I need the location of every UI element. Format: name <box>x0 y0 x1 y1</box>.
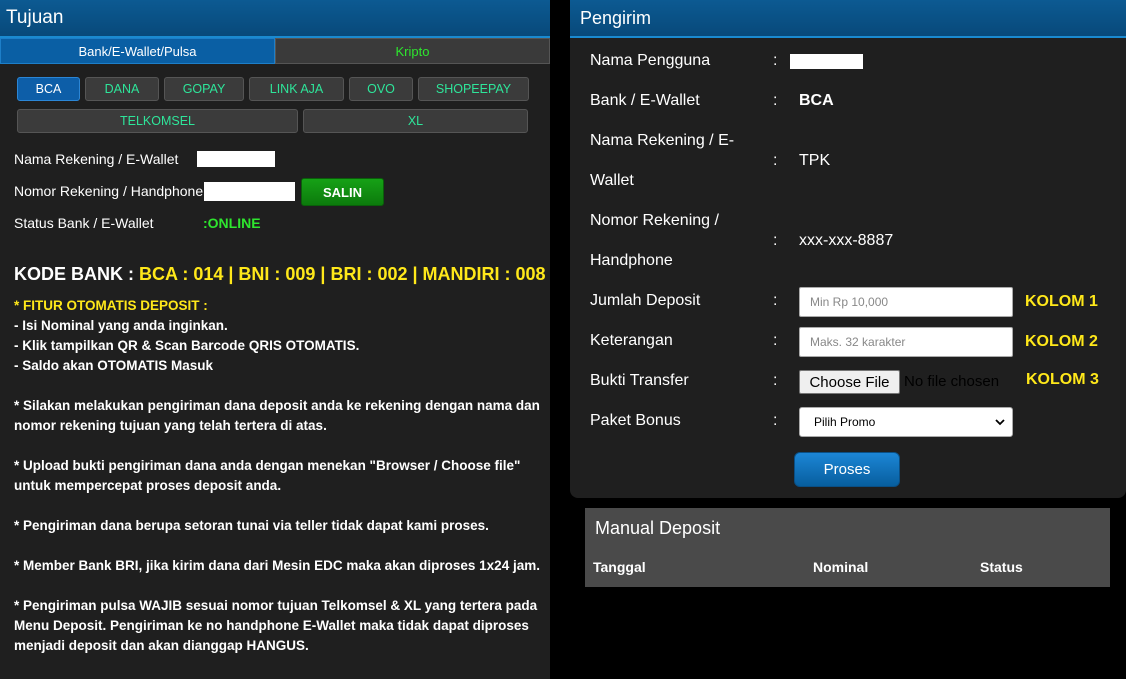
column-header-tanggal: Tanggal <box>593 559 646 575</box>
jumlah-deposit-placeholder: Min Rp 10,000 <box>810 295 889 309</box>
pengirim-header: Pengirim <box>570 0 1126 38</box>
column-header-status: Status <box>980 559 1023 575</box>
keterangan-input[interactable]: Maks. 32 karakter <box>799 327 1013 357</box>
fitur-line: - Saldo akan OTOMATIS Masuk <box>14 358 214 373</box>
note-item: * Pengiriman dana berupa setoran tunai v… <box>14 518 489 533</box>
bukti-transfer-label: Bukti Transfer <box>590 372 689 389</box>
nomor-rekening-label: Nomor Rekening / Handphone: <box>14 183 208 199</box>
salin-button[interactable]: SALIN <box>301 178 384 206</box>
bank-button-ovo[interactable]: OVO <box>349 77 413 101</box>
nomor-rekening-label-line1: Nomor Rekening / <box>590 212 719 229</box>
choose-file-button[interactable]: Choose File <box>799 370 900 394</box>
fitur-line: - Isi Nominal yang anda inginkan. <box>14 318 228 333</box>
colon: : <box>773 292 778 309</box>
kolom-1-label: KOLOM 1 <box>1025 293 1098 310</box>
paket-bonus-label: Paket Bonus <box>590 412 681 429</box>
colon: : <box>773 52 778 69</box>
proses-button[interactable]: Proses <box>794 452 900 487</box>
keterangan-placeholder: Maks. 32 karakter <box>810 335 906 349</box>
jumlah-deposit-label: Jumlah Deposit <box>590 292 701 309</box>
paket-bonus-selected: Pilih Promo <box>814 415 876 429</box>
colon: : <box>773 412 778 429</box>
note-item: * Pengiriman pulsa WAJIB sesuai nomor tu… <box>14 598 538 653</box>
colon: : <box>773 332 778 349</box>
colon: : <box>773 92 778 109</box>
manual-deposit-panel: Manual Deposit Tanggal Nominal Status <box>585 508 1110 587</box>
bank-button-telkomsel[interactable]: TELKOMSEL <box>17 109 298 133</box>
column-header-nominal: Nominal <box>813 559 869 575</box>
bank-button-link-aja[interactable]: LINK AJA <box>249 77 344 101</box>
chevron-down-icon <box>995 419 1005 426</box>
nama-pengguna-value-redacted <box>790 54 863 69</box>
nama-pengguna-label: Nama Pengguna <box>590 52 711 69</box>
colon: : <box>773 152 778 169</box>
nama-rekening-label-line2: Wallet <box>590 172 634 189</box>
kode-bank-value: BCA : 014 | BNI : 009 | BRI : 002 | MAND… <box>139 264 546 284</box>
nomor-rekening-label-line2: Handphone <box>590 252 673 269</box>
kolom-2-label: KOLOM 2 <box>1025 333 1098 350</box>
pengirim-panel: Pengirim Nama Pengguna : Bank / E-Wallet… <box>570 0 1126 498</box>
colon: : <box>773 232 778 249</box>
fitur-title: * FITUR OTOMATIS DEPOSIT : <box>14 298 208 313</box>
keterangan-label: Keterangan <box>590 332 673 349</box>
tab-bank-ewallet-pulsa[interactable]: Bank/E-Wallet/Pulsa <box>0 38 275 64</box>
bank-button-dana[interactable]: DANA <box>85 77 159 101</box>
jumlah-deposit-input[interactable]: Min Rp 10,000 <box>799 287 1013 317</box>
manual-deposit-title: Manual Deposit <box>595 518 721 538</box>
bank-row-1: BCA DANA GOPAY LINK AJA OVO SHOPEEPAY <box>17 77 529 101</box>
pengirim-title: Pengirim <box>580 7 652 28</box>
tujuan-title: Tujuan <box>6 7 64 28</box>
tab-kripto[interactable]: Kripto <box>275 38 550 64</box>
bank-ewallet-label: Bank / E-Wallet <box>590 92 700 109</box>
status-badge: :ONLINE <box>203 215 261 231</box>
nama-rekening-label-line1: Nama Rekening / E- <box>590 132 735 149</box>
no-file-chosen-text: No file chosen <box>904 373 1000 390</box>
nomor-rekening-value: xxx-xxx-8887 <box>799 232 894 249</box>
tujuan-panel: Tujuan Bank/E-Wallet/Pulsa Kripto BCA DA… <box>0 0 550 679</box>
note-item: * Member Bank BRI, jika kirim dana dari … <box>14 558 540 573</box>
nama-rekening-value-redacted <box>197 151 275 167</box>
bank-row-2: TELKOMSEL XL <box>17 109 528 133</box>
deposit-notes: * FITUR OTOMATIS DEPOSIT : - Isi Nominal… <box>14 296 542 676</box>
paket-bonus-select[interactable]: Pilih Promo <box>799 407 1013 437</box>
nama-rekening-value: TPK <box>799 152 831 169</box>
note-item: * Upload bukti pengiriman dana anda deng… <box>14 458 521 493</box>
status-bank-label: Status Bank / E-Wallet <box>14 215 154 231</box>
tujuan-tabs: Bank/E-Wallet/Pulsa Kripto <box>0 38 550 64</box>
note-item: * Silakan melakukan pengiriman dana depo… <box>14 398 540 433</box>
bank-button-xl[interactable]: XL <box>303 109 528 133</box>
bank-button-shopeepay[interactable]: SHOPEEPAY <box>418 77 529 101</box>
bank-button-bca[interactable]: BCA <box>17 77 80 101</box>
tujuan-header: Tujuan <box>0 0 550 38</box>
fitur-line: - Klik tampilkan QR & Scan Barcode QRIS … <box>14 338 360 353</box>
kolom-3-label: KOLOM 3 <box>1026 371 1099 388</box>
nomor-rekening-value-redacted <box>204 182 295 201</box>
nama-rekening-label: Nama Rekening / E-Wallet <box>14 151 179 167</box>
colon: : <box>773 372 778 389</box>
kode-bank: KODE BANK : BCA : 014 | BNI : 009 | BRI … <box>14 264 546 285</box>
kode-bank-prefix: KODE BANK : <box>14 264 139 284</box>
bank-button-gopay[interactable]: GOPAY <box>164 77 244 101</box>
bank-ewallet-value: BCA <box>799 92 834 109</box>
